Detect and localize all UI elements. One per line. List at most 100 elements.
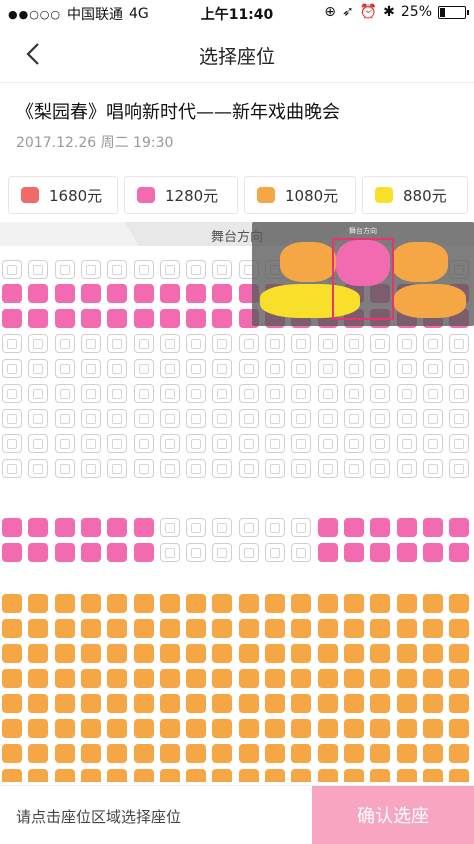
seat-available[interactable] [291,669,312,688]
seat-available[interactable] [212,619,233,638]
seat-available[interactable] [238,619,259,638]
seat-available[interactable] [396,594,417,613]
seat-available[interactable] [396,719,417,738]
seat-available[interactable] [370,744,391,763]
seat-available[interactable] [54,594,75,613]
seat-available[interactable] [186,669,207,688]
seat-available[interactable] [265,594,285,613]
seat-available[interactable] [28,744,49,763]
seat-available[interactable] [159,594,180,613]
seat-available[interactable] [159,644,180,663]
seat-available[interactable] [80,769,101,782]
seat-available[interactable] [28,284,49,303]
seat-available[interactable] [291,744,312,763]
seat-available[interactable] [212,769,233,782]
seat-available[interactable] [422,619,443,638]
seat-available[interactable] [291,769,312,782]
seat-available[interactable] [449,744,470,763]
seat-available[interactable] [2,769,22,782]
seat-available[interactable] [2,644,22,663]
seat-available[interactable] [54,619,75,638]
seat-available[interactable] [212,284,233,303]
seat-available[interactable] [317,694,338,713]
seat-available[interactable] [2,669,22,688]
seat-available[interactable] [265,669,285,688]
seat-available[interactable] [317,518,338,537]
seat-available[interactable] [107,309,128,328]
seat-available[interactable] [212,669,233,688]
seat-available[interactable] [107,619,128,638]
seat-available[interactable] [422,644,443,663]
seat-available[interactable] [2,619,22,638]
seat-available[interactable] [159,669,180,688]
seat-available[interactable] [422,694,443,713]
seat-available[interactable] [291,694,312,713]
seat-available[interactable] [28,644,49,663]
seat-available[interactable] [291,619,312,638]
seat-available[interactable] [54,518,75,537]
seat-available[interactable] [28,719,49,738]
seat-available[interactable] [370,594,391,613]
seat-available[interactable] [2,594,22,613]
seat-available[interactable] [396,619,417,638]
seat-available[interactable] [28,518,49,537]
seat-available[interactable] [212,694,233,713]
seat-available[interactable] [370,543,391,562]
seat-available[interactable] [343,543,364,562]
price-option-1080[interactable]: 1080元 [244,176,356,214]
seat-available[interactable] [396,744,417,763]
seat-available[interactable] [449,644,470,663]
seat-available[interactable] [370,644,391,663]
seat-available[interactable] [80,644,101,663]
seat-available[interactable] [54,719,75,738]
seat-available[interactable] [54,744,75,763]
seat-available[interactable] [422,543,443,562]
seat-available[interactable] [317,769,338,782]
seat-available[interactable] [396,694,417,713]
seat-available[interactable] [317,669,338,688]
seat-available[interactable] [186,309,207,328]
seat-available[interactable] [2,309,22,328]
price-option-880[interactable]: 880元 [362,176,468,214]
seat-available[interactable] [343,744,364,763]
seat-available[interactable] [186,284,207,303]
seat-available[interactable] [265,719,285,738]
seat-available[interactable] [54,543,75,562]
seat-available[interactable] [212,644,233,663]
seat-minimap[interactable]: 舞台方向 [252,222,474,326]
seat-available[interactable] [449,669,470,688]
seat-available[interactable] [343,769,364,782]
seat-available[interactable] [107,719,128,738]
seat-available[interactable] [80,669,101,688]
seat-available[interactable] [133,543,154,562]
seat-available[interactable] [2,744,22,763]
seat-available[interactable] [238,644,259,663]
seat-available[interactable] [449,694,470,713]
seat-available[interactable] [212,594,233,613]
seat-available[interactable] [343,694,364,713]
seat-available[interactable] [2,694,22,713]
seat-available[interactable] [28,594,49,613]
seat-available[interactable] [107,694,128,713]
seat-available[interactable] [238,694,259,713]
seat-available[interactable] [54,284,75,303]
seat-available[interactable] [80,284,101,303]
seat-available[interactable] [133,284,154,303]
seat-available[interactable] [80,518,101,537]
seat-available[interactable] [107,669,128,688]
seat-available[interactable] [186,619,207,638]
seat-available[interactable] [133,518,154,537]
seat-available[interactable] [343,518,364,537]
seat-available[interactable] [133,619,154,638]
seat-available[interactable] [238,769,259,782]
seat-available[interactable] [80,619,101,638]
seat-available[interactable] [2,719,22,738]
seat-available[interactable] [159,769,180,782]
seat-available[interactable] [317,744,338,763]
seat-available[interactable] [265,769,285,782]
seat-available[interactable] [133,719,154,738]
seat-available[interactable] [186,744,207,763]
seat-available[interactable] [80,694,101,713]
seat-available[interactable] [396,644,417,663]
seat-available[interactable] [80,309,101,328]
